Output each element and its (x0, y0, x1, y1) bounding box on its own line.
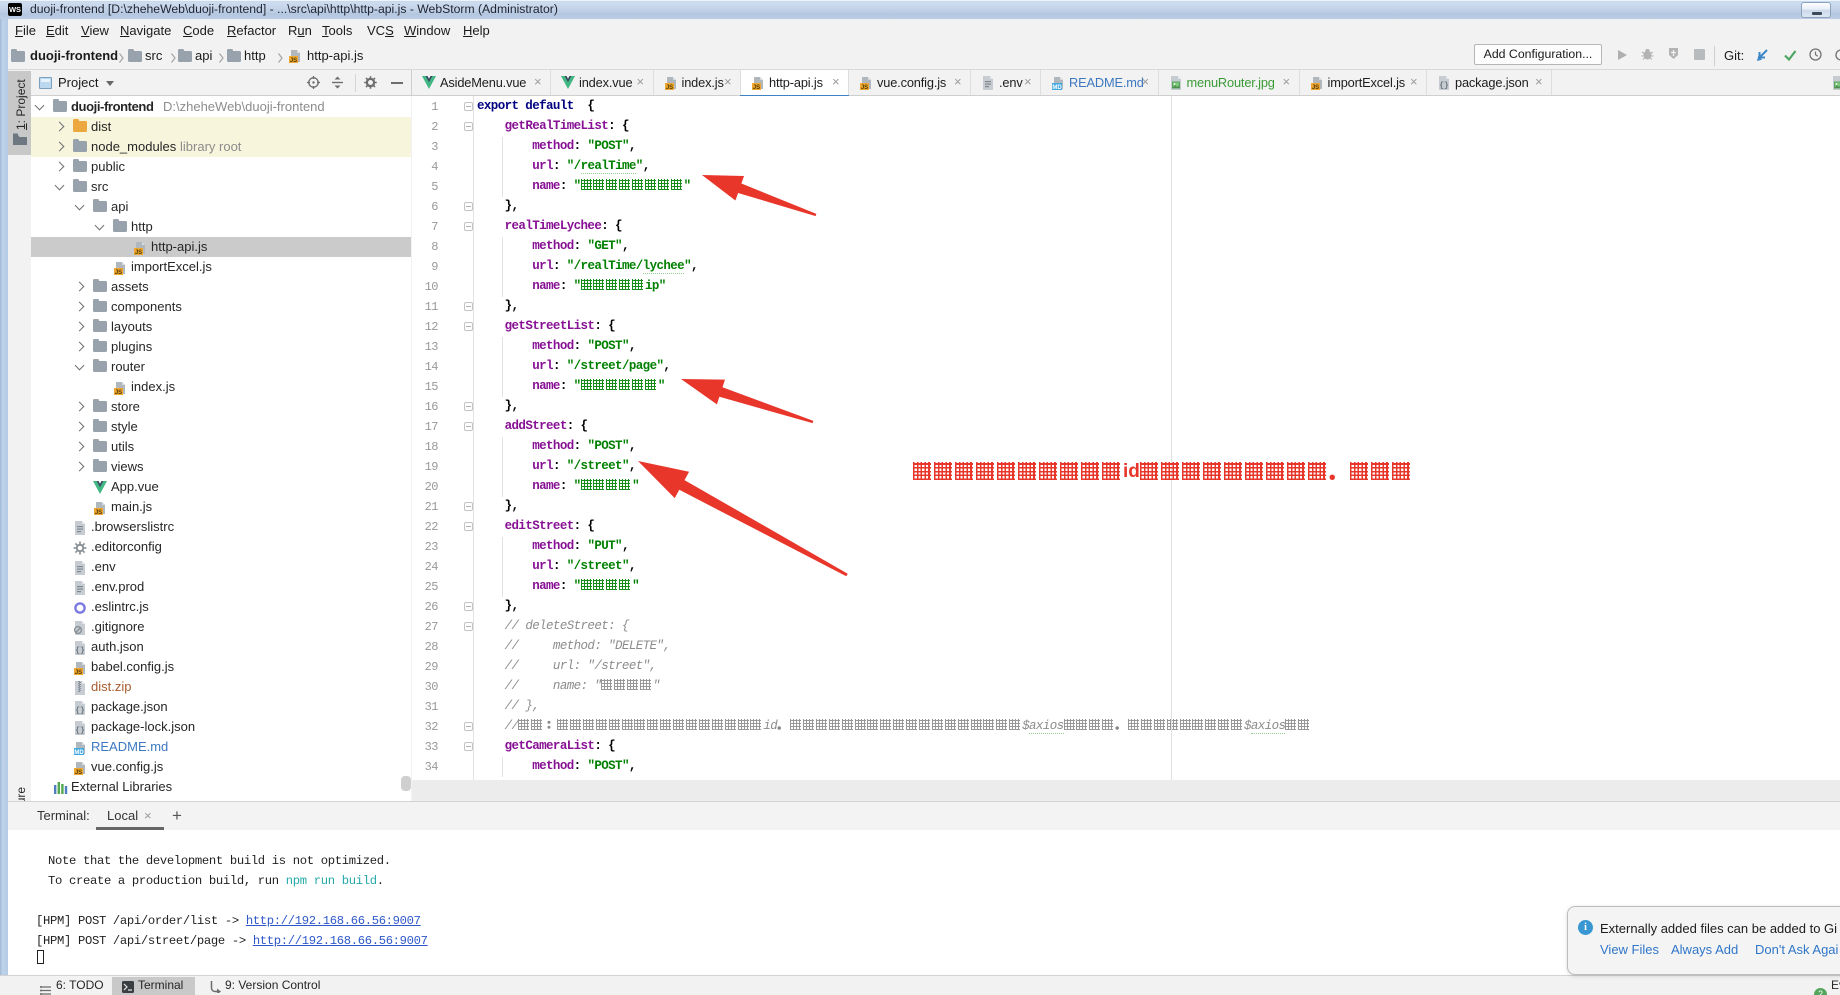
svg-text:JS: JS (115, 390, 122, 395)
svg-text:{}: {} (75, 707, 85, 716)
svg-text:MD: MD (74, 750, 84, 755)
svg-text:JS: JS (75, 770, 82, 775)
svg-text:{}: {} (75, 727, 85, 736)
svg-text:JS: JS (95, 510, 102, 515)
svg-text:JS: JS (75, 670, 82, 675)
svg-text:JS: JS (135, 250, 142, 255)
svg-text:JS: JS (753, 85, 760, 90)
svg-text:{}: {} (75, 647, 85, 656)
svg-text:MD: MD (1052, 85, 1062, 90)
svg-text:JS: JS (665, 85, 672, 90)
svg-text:JS: JS (1311, 85, 1318, 90)
svg-text:JS: JS (115, 270, 122, 275)
svg-text:JS: JS (290, 58, 297, 63)
svg-text:JS: JS (861, 85, 868, 90)
svg-text:{}: {} (1439, 82, 1449, 91)
